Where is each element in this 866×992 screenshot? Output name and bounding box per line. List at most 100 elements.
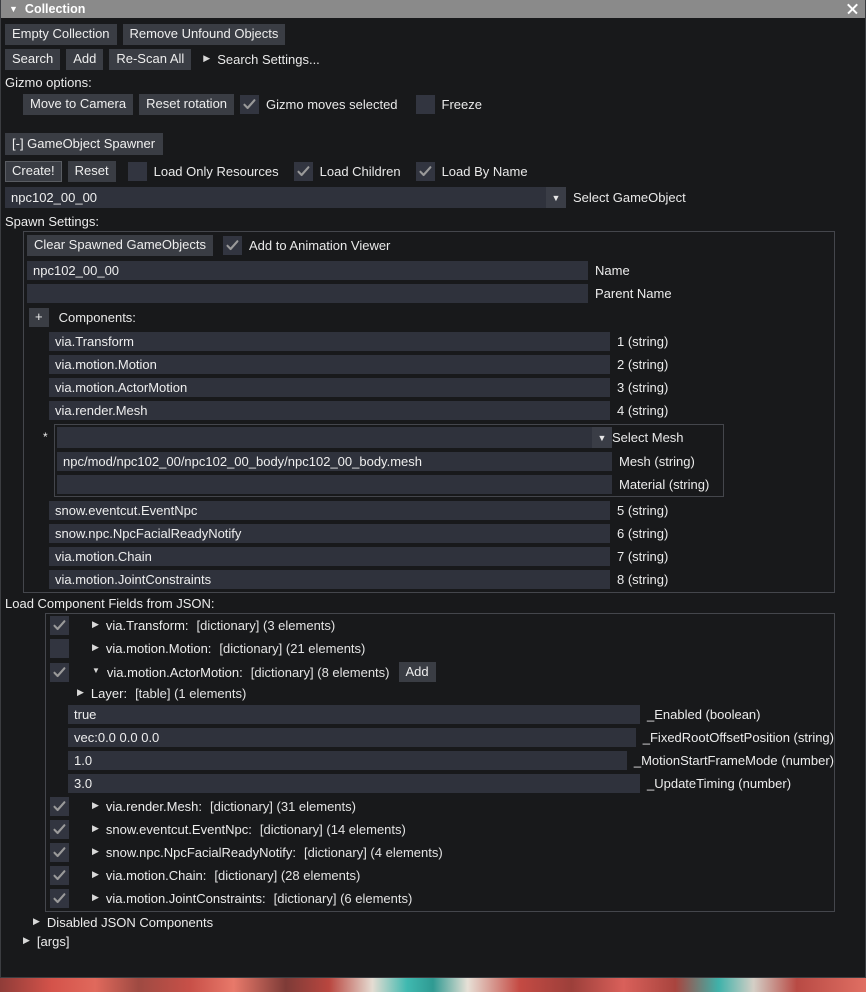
enabled-input[interactable]: true [68,705,640,724]
component-input-3[interactable]: via.motion.ActorMotion [49,378,610,397]
layer-tree-row[interactable]: ▶ Layer: [table] (1 elements) [46,684,834,703]
clear-spawned-gameobjects-button[interactable]: Clear Spawned GameObjects [27,235,213,256]
via-transform-tree[interactable]: ▶ via.Transform: [dictionary] (3 element… [92,618,335,633]
component-row: via.motion.Motion 2 (string) [24,353,834,376]
collapse-triangle-icon[interactable]: ▼ [9,5,18,14]
select-gameobject-value: npc102_00_00 [11,190,546,205]
json-entry-row: ▶ snow.npc.NpcFacialReadyNotify: [dictio… [46,841,834,864]
gameobject-spawner-header[interactable]: [-] GameObject Spawner [5,133,163,155]
via-transform-checkbox[interactable] [50,616,69,635]
search-settings-tree[interactable]: ▶ Search Settings... [203,52,320,67]
load-children-checkbox[interactable] [294,162,313,181]
via-motion-motion-checkbox[interactable] [50,639,69,658]
update-timing-input[interactable]: 3.0 [68,774,640,793]
search-button[interactable]: Search [5,49,60,70]
spawn-settings-label: Spawn Settings: [1,211,865,231]
component-input-6[interactable]: snow.npc.NpcFacialReadyNotify [49,524,610,543]
chevron-right-icon: ▶ [77,688,84,697]
add-to-animation-viewer-checkbox[interactable] [223,236,242,255]
mesh-sub-panel: ▼ Select Mesh npc/mod/npc102_00/npc102_0… [54,424,724,497]
layer-meta: [table] (1 elements) [135,686,246,701]
gizmo-options-label: Gizmo options: [1,72,865,92]
via-motion-chain-name: via.motion.Chain: [106,868,206,883]
name-row: npc102_00_00 Name [24,259,834,282]
component-row: via.motion.JointConstraints 8 (string) [24,568,834,592]
via-motion-motion-tree[interactable]: ▶ via.motion.Motion: [dictionary] (21 el… [92,641,365,656]
select-gameobject-combo[interactable]: npc102_00_00 ▼ [5,187,566,208]
fixed-root-offset-position-label: _FixedRootOffsetPosition (string) [643,730,834,745]
chevron-right-icon: ▶ [92,801,99,810]
via-render-mesh-checkbox[interactable] [50,797,69,816]
component-row: via.render.Mesh 4 (string) [24,399,834,422]
mesh-path-input[interactable]: npc/mod/npc102_00/npc102_00_body/npc102_… [57,452,612,471]
via-motion-actormotion-checkbox[interactable] [50,663,69,682]
disabled-json-components-tree[interactable]: ▶ Disabled JSON Components [1,912,865,932]
via-motion-jointconstraints-tree[interactable]: ▶ via.motion.JointConstraints: [dictiona… [92,891,412,906]
name-input[interactable]: npc102_00_00 [27,261,588,280]
via-motion-chain-tree[interactable]: ▶ via.motion.Chain: [dictionary] (28 ele… [92,868,360,883]
remove-unfound-objects-button[interactable]: Remove Unfound Objects [123,24,286,45]
snow-npc-npcfacialreadynotify-tree[interactable]: ▶ snow.npc.NpcFacialReadyNotify: [dictio… [92,845,443,860]
chevron-down-icon: ▼ [546,187,566,208]
json-entry-row: ▶ via.motion.Motion: [dictionary] (21 el… [46,637,834,660]
snow-npc-npcfacialreadynotify-checkbox[interactable] [50,843,69,862]
chevron-right-icon: ▶ [92,824,99,833]
load-only-resources-checkbox[interactable] [128,162,147,181]
check-icon [53,823,66,836]
check-icon [53,869,66,882]
component-input-8[interactable]: via.motion.JointConstraints [49,570,610,589]
motion-start-frame-mode-input[interactable]: 1.0 [68,751,627,770]
json-entry-row: ▶ via.motion.Chain: [dictionary] (28 ele… [46,864,834,887]
chevron-down-icon: ▼ [592,427,612,448]
component-input-1[interactable]: via.Transform [49,332,610,351]
via-motion-actormotion-tree[interactable]: ▼ via.motion.ActorMotion: [dictionary] (… [92,665,390,680]
args-tree[interactable]: ▶ [args] [1,932,865,951]
chevron-right-icon: ▶ [203,54,210,63]
reset-button[interactable]: Reset [68,161,116,182]
chevron-right-icon: ▶ [23,936,30,945]
rescan-all-button[interactable]: Re-Scan All [109,49,191,70]
snow-eventcut-eventnpc-tree[interactable]: ▶ snow.eventcut.EventNpc: [dictionary] (… [92,822,406,837]
component-row: via.motion.ActorMotion 3 (string) [24,376,834,399]
material-input[interactable] [57,475,612,494]
freeze-checkbox[interactable] [416,95,435,114]
close-icon[interactable] [845,2,859,16]
create-button[interactable]: Create! [5,161,62,182]
parent-name-input[interactable] [27,284,588,303]
components-add-button[interactable]: + [29,308,49,327]
via-render-mesh-tree[interactable]: ▶ via.render.Mesh: [dictionary] (31 elem… [92,799,356,814]
component-input-7[interactable]: via.motion.Chain [49,547,610,566]
load-by-name-checkbox[interactable] [416,162,435,181]
actormotion-field-row: 1.0 _MotionStartFrameMode (number) [46,749,834,772]
select-gameobject-row: npc102_00_00 ▼ Select GameObject [1,184,865,211]
snow-eventcut-eventnpc-checkbox[interactable] [50,820,69,839]
search-settings-label: Search Settings... [217,52,320,67]
reset-rotation-button[interactable]: Reset rotation [139,94,234,115]
chevron-right-icon: ▶ [92,847,99,856]
gizmo-moves-selected-checkbox[interactable] [240,95,259,114]
spacer [1,117,865,128]
via-motion-motion-meta: [dictionary] (21 elements) [219,641,365,656]
component-label-5: 5 (string) [617,503,668,518]
check-icon [53,619,66,632]
actormotion-add-button[interactable]: Add [399,662,436,682]
select-mesh-combo[interactable]: ▼ [57,427,612,448]
load-children-label: Load Children [320,164,401,179]
load-by-name-label: Load By Name [442,164,528,179]
component-input-2[interactable]: via.motion.Motion [49,355,610,374]
via-motion-chain-checkbox[interactable] [50,866,69,885]
clear-spawned-row: Clear Spawned GameObjects Add to Animati… [24,232,834,259]
via-motion-jointconstraints-name: via.motion.JointConstraints: [106,891,266,906]
component-label-7: 7 (string) [617,549,668,564]
json-entry-row: ▶ via.motion.JointConstraints: [dictiona… [46,887,834,911]
via-motion-jointconstraints-checkbox[interactable] [50,889,69,908]
component-input-5[interactable]: snow.eventcut.EventNpc [49,501,610,520]
collection-window: ▼ Collection Empty Collection Remove Unf… [0,0,866,978]
empty-collection-button[interactable]: Empty Collection [5,24,117,45]
fixed-root-offset-position-input[interactable]: vec:0.0 0.0 0.0 [68,728,636,747]
json-components-panel: ▶ via.Transform: [dictionary] (3 element… [45,613,835,912]
actormotion-field-row: true _Enabled (boolean) [46,703,834,726]
component-input-4[interactable]: via.render.Mesh [49,401,610,420]
add-button[interactable]: Add [66,49,103,70]
move-to-camera-button[interactable]: Move to Camera [23,94,133,115]
